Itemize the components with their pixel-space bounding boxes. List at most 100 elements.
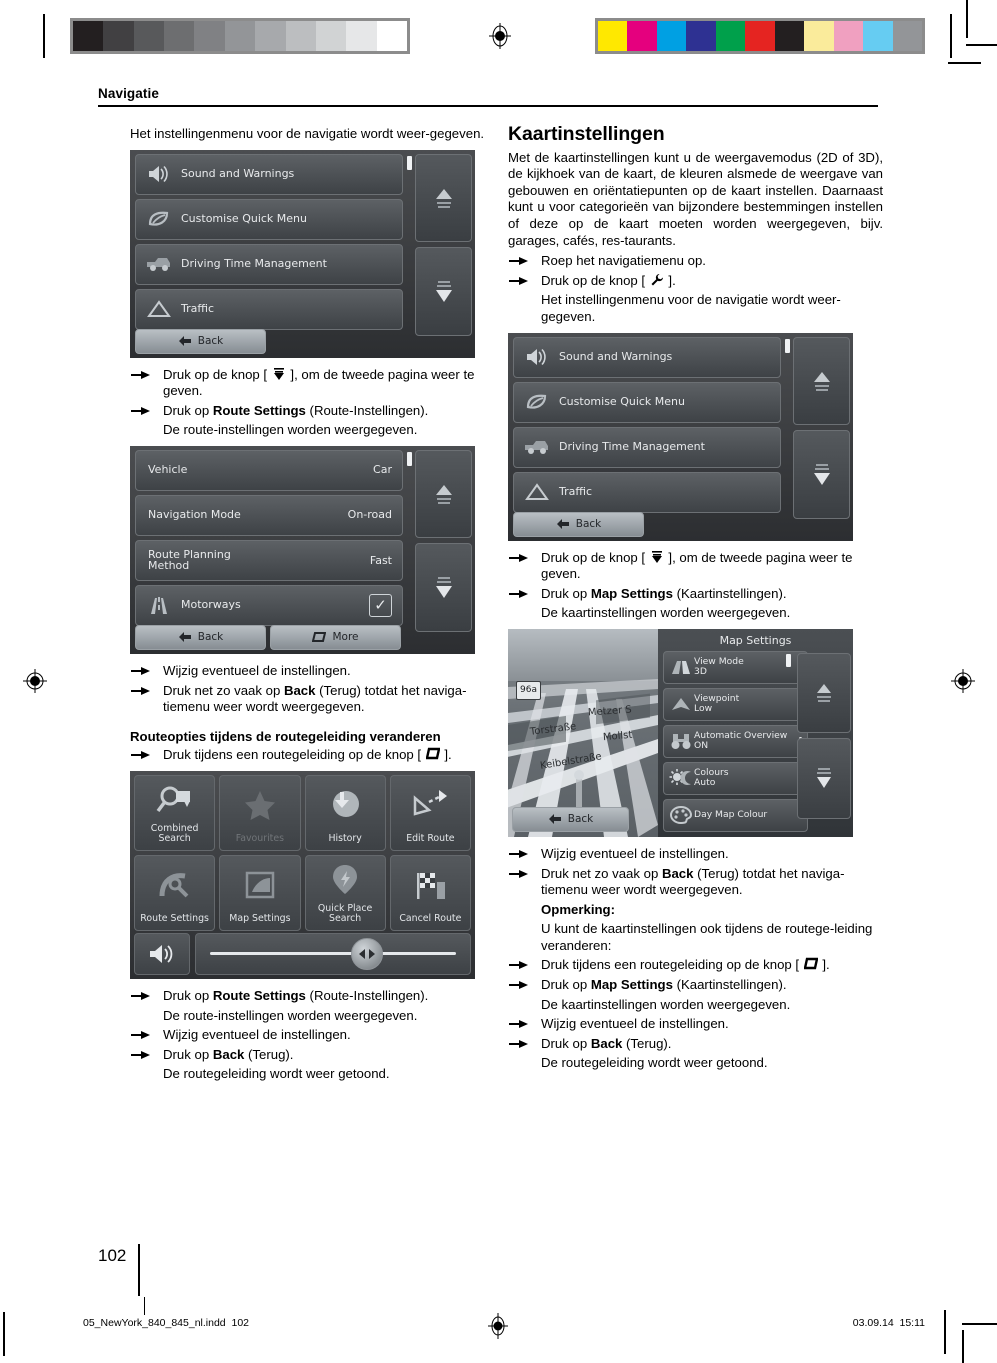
map-row-automatic-overview[interactable]: Automatic Overview ON [663, 724, 808, 758]
scrollbar[interactable] [415, 153, 472, 354]
scroll-up-button[interactable] [797, 652, 851, 733]
route-shield: 96a [516, 680, 541, 700]
ui-term: Back [283, 682, 316, 698]
scroll-up-button[interactable] [793, 336, 850, 425]
scroll-down-button[interactable] [797, 737, 851, 819]
pointing-hand-icon [130, 664, 152, 678]
quick-tile-quick-place-search[interactable]: Quick Place Search [304, 854, 386, 931]
menu-row-navigation-mode[interactable]: Navigation Mode On-road [135, 494, 403, 536]
quick-tile-cancel-route[interactable]: Cancel Route [389, 854, 471, 931]
left-column: Het instellingenmenu voor de navigatie w… [130, 126, 505, 1086]
scroll-down-button[interactable] [415, 542, 472, 632]
menu-row-traffic[interactable]: Traffic [513, 471, 781, 513]
left-steps-4: Druk op Route Settings (Route-Instelling… [130, 988, 505, 1005]
menu-row-vehicle[interactable]: Vehicle Car [135, 449, 403, 491]
menu-row-value: On-road [347, 508, 392, 522]
step-item: Druk op de knop [ ]. [508, 273, 883, 290]
screenshot-route-settings: Vehicle Car Navigation Mode On-road Rout… [130, 445, 475, 654]
viewpoint-icon [668, 694, 694, 714]
menu-row-customise-quick-menu[interactable]: Customise Quick Menu [135, 198, 403, 240]
pointing-hand-icon [130, 989, 152, 1003]
menu-row-driving-time-management[interactable]: Driving Time Management [513, 426, 781, 468]
step-item: Druk op de knop [ ], om de tweede pagina… [508, 550, 883, 583]
menu-row-motorways[interactable]: Motorways ✓ [135, 584, 403, 626]
scroll-thumb[interactable] [407, 155, 412, 170]
pointing-hand-icon [130, 404, 152, 418]
document-page: Navigatie Het instellingenmenu voor de n… [0, 0, 997, 1363]
menu-row-traffic[interactable]: Traffic [135, 288, 403, 330]
step-text: Druk op de knop [ ]. [541, 272, 676, 288]
right-note-1: Het instellingenmenu voor de navigatie w… [541, 292, 841, 324]
step-text: Druk op Back (Terug). [541, 1035, 672, 1051]
scrollbar[interactable] [793, 336, 850, 537]
page-title: Kaartinstellingen [508, 123, 665, 145]
menu-key-icon [312, 631, 327, 643]
quick-tile-label: Map Settings [229, 913, 291, 925]
menu-row-sound-and-warnings[interactable]: Sound and Warnings [513, 336, 781, 378]
step-item: Wijzig eventueel de instellingen. [508, 846, 883, 863]
edit-route-icon [391, 776, 470, 835]
settings-menu-list: Sound and Warnings Customise Quick Menu [513, 336, 781, 517]
screen-button-bar: Back [513, 511, 644, 537]
back-button[interactable]: Back [513, 511, 644, 537]
step-text: Roep het navigatiemenu op. [541, 253, 706, 269]
scroll-up-button[interactable] [415, 449, 472, 538]
map-row-colours[interactable]: Colours Auto [663, 761, 808, 795]
step-item: Druk op Map Settings (Kaartinstellingen)… [508, 586, 883, 603]
route-settings-list: Vehicle Car Navigation Mode On-road Rout… [135, 449, 403, 630]
map-back-button[interactable]: Back [512, 806, 629, 832]
quick-tile-history[interactable]: History [304, 774, 386, 851]
volume-slider[interactable] [195, 932, 471, 975]
quick-tile-label: History [328, 833, 362, 845]
page-number-rule [138, 1244, 141, 1296]
header-rule [98, 105, 878, 107]
pointing-hand-icon [508, 1017, 530, 1031]
step-text: Druk op Back (Terug). [163, 1046, 294, 1062]
map-preview[interactable]: 96a Metzer S Torstraße Mollst Keibelstra… [508, 628, 658, 837]
back-button[interactable]: Back [135, 328, 266, 354]
ui-term: Back [590, 1035, 623, 1051]
page-down-key-icon [272, 367, 286, 381]
scroll-down-button[interactable] [793, 429, 850, 519]
volume-mute-button[interactable] [134, 932, 190, 975]
menu-row-route-planning-method[interactable]: Route Planning Method Fast [135, 539, 403, 581]
pointing-hand-icon [508, 254, 530, 268]
quick-tile-map-settings[interactable]: Map Settings [219, 854, 301, 931]
scrollbar[interactable] [415, 449, 472, 650]
volume-control-bar [134, 932, 471, 975]
quick-tile-edit-route[interactable]: Edit Route [389, 774, 471, 851]
right-intro-text: Met de kaartinstellingen kunt u de weerg… [508, 149, 883, 248]
quick-tile-combined-search[interactable]: Combined Search [134, 774, 216, 851]
quick-tile-route-settings[interactable]: Route Settings [134, 854, 216, 931]
back-button[interactable]: Back [135, 624, 266, 650]
more-button[interactable]: More [270, 624, 401, 650]
step-text: Druk tijdens een routegeleiding op de kn… [163, 747, 452, 763]
screen-button-bar: Back [135, 328, 266, 354]
menu-row-label: Customise Quick Menu [559, 394, 685, 408]
scroll-up-button[interactable] [415, 153, 472, 242]
step-text: Druk net zo vaak op Back (Terug) totdat … [163, 682, 467, 715]
menu-row-customise-quick-menu[interactable]: Customise Quick Menu [513, 381, 781, 423]
star-icon [220, 776, 299, 835]
right-note-5: De routegeleiding wordt weer getoond. [541, 1055, 768, 1071]
quick-tile-favourites[interactable]: Favourites [219, 774, 301, 851]
back-arrow-icon [556, 518, 570, 530]
map-row-viewpoint[interactable]: Viewpoint Low [663, 687, 808, 721]
step-item: Druk net zo vaak op Back (Terug) totdat … [130, 683, 505, 716]
scroll-down-button[interactable] [415, 246, 472, 336]
motorways-checkbox[interactable]: ✓ [369, 593, 392, 617]
volume-slider-handle[interactable] [350, 937, 383, 970]
scrollbar[interactable] [797, 652, 851, 833]
screenshot-navigation-settings-menu: Sound and Warnings Customise Quick Menu [130, 149, 475, 358]
binoculars-icon [668, 731, 694, 751]
scroll-thumb[interactable] [786, 653, 791, 667]
ui-term: Map Settings [590, 977, 673, 993]
scroll-thumb[interactable] [785, 338, 790, 353]
map-row-day-map-colour[interactable]: Day Map Colour [663, 798, 808, 832]
menu-row-driving-time-management[interactable]: Driving Time Management [135, 243, 403, 285]
quick-tile-label: Route Settings [140, 913, 209, 925]
quick-tile-label: Favourites [235, 833, 285, 845]
scroll-thumb[interactable] [407, 451, 412, 466]
step-text: Druk net zo vaak op Back (Terug) totdat … [541, 865, 845, 898]
menu-row-sound-and-warnings[interactable]: Sound and Warnings [135, 153, 403, 195]
